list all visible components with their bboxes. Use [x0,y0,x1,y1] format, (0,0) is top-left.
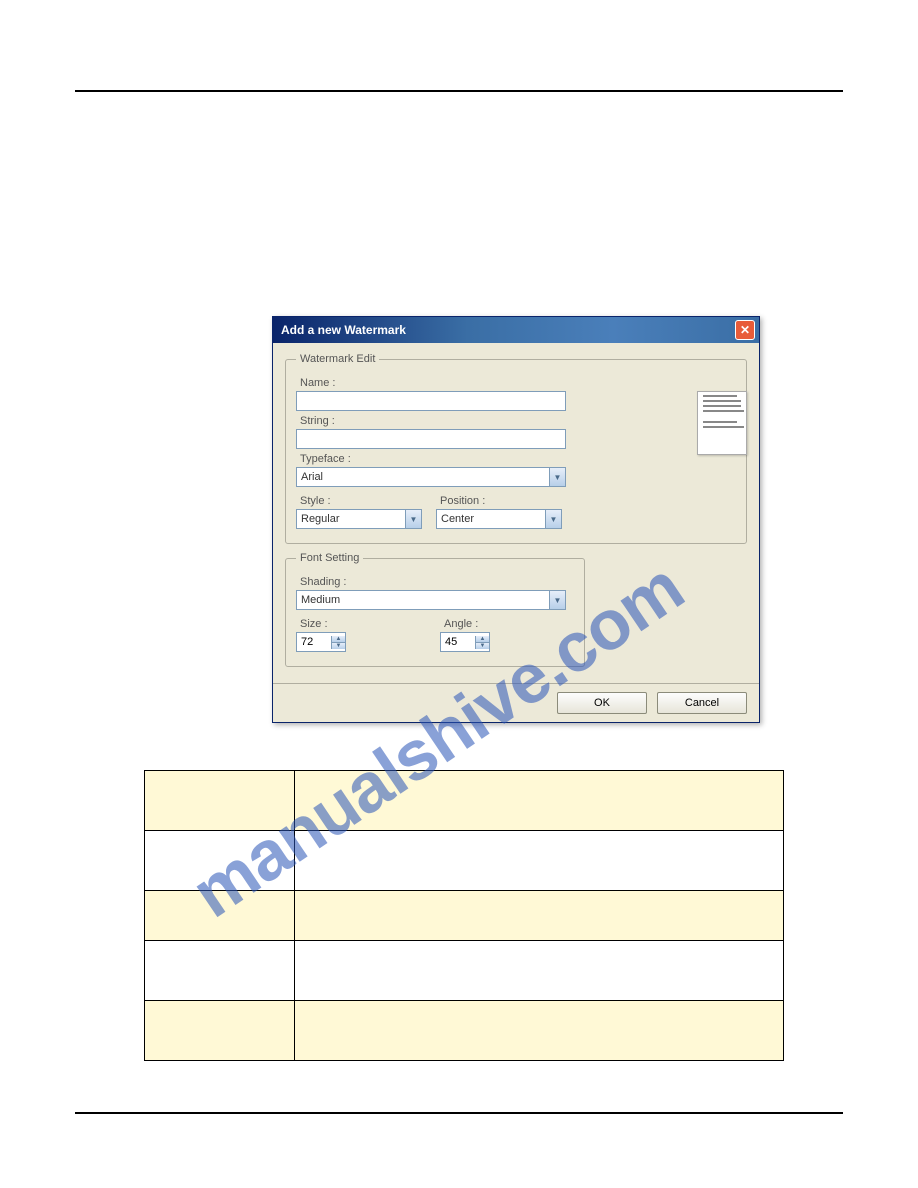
typeface-select[interactable]: Arial ▼ [296,467,566,487]
position-value: Center [437,513,545,525]
size-value: 72 [297,636,331,648]
font-setting-group: Font Setting Shading : Medium ▼ Size : 7… [285,552,585,667]
table-cell [295,1001,784,1061]
dialog-title: Add a new Watermark [281,323,735,337]
chevron-up-icon[interactable]: ▲ [475,636,489,643]
close-icon[interactable]: ✕ [735,320,755,340]
size-label: Size : [300,618,346,630]
chevron-down-icon: ▼ [549,468,565,486]
typeface-label: Typeface : [300,453,736,465]
chevron-down-icon[interactable]: ▼ [475,643,489,649]
name-input[interactable] [296,391,566,411]
angle-stepper[interactable]: 45 ▲▼ [440,632,490,652]
preview-thumbnail [697,391,747,455]
shading-select[interactable]: Medium ▼ [296,590,566,610]
table-cell [145,891,295,941]
top-rule [75,90,843,92]
watermark-dialog: Add a new Watermark ✕ Watermark Edit Nam… [272,316,760,723]
position-select[interactable]: Center ▼ [436,509,562,529]
dialog-footer: OK Cancel [273,683,759,722]
style-select[interactable]: Regular ▼ [296,509,422,529]
angle-label: Angle : [444,618,490,630]
string-input[interactable] [296,429,566,449]
titlebar: Add a new Watermark ✕ [273,317,759,343]
size-stepper[interactable]: 72 ▲▼ [296,632,346,652]
cancel-button[interactable]: Cancel [657,692,747,714]
style-label: Style : [300,495,422,507]
table-cell [145,941,295,1001]
shading-value: Medium [297,594,549,606]
chevron-down-icon: ▼ [549,591,565,609]
description-table [144,770,784,1061]
chevron-down-icon: ▼ [405,510,421,528]
table-cell [145,831,295,891]
ok-button[interactable]: OK [557,692,647,714]
chevron-down-icon: ▼ [545,510,561,528]
table-cell [295,771,784,831]
shading-label: Shading : [300,576,574,588]
name-label: Name : [300,377,736,389]
watermark-edit-group: Watermark Edit Name : String : Typeface … [285,353,747,544]
table-cell [295,891,784,941]
table-cell [145,771,295,831]
chevron-up-icon[interactable]: ▲ [331,636,345,643]
angle-value: 45 [441,636,475,648]
table-cell [295,831,784,891]
string-label: String : [300,415,736,427]
dialog-body: Watermark Edit Name : String : Typeface … [273,343,759,683]
bottom-rule [75,1112,843,1114]
table-cell [295,941,784,1001]
position-label: Position : [440,495,562,507]
group-label: Watermark Edit [296,353,379,365]
typeface-value: Arial [297,471,549,483]
group-label: Font Setting [296,552,363,564]
chevron-down-icon[interactable]: ▼ [331,643,345,649]
table-cell [145,1001,295,1061]
style-value: Regular [297,513,405,525]
